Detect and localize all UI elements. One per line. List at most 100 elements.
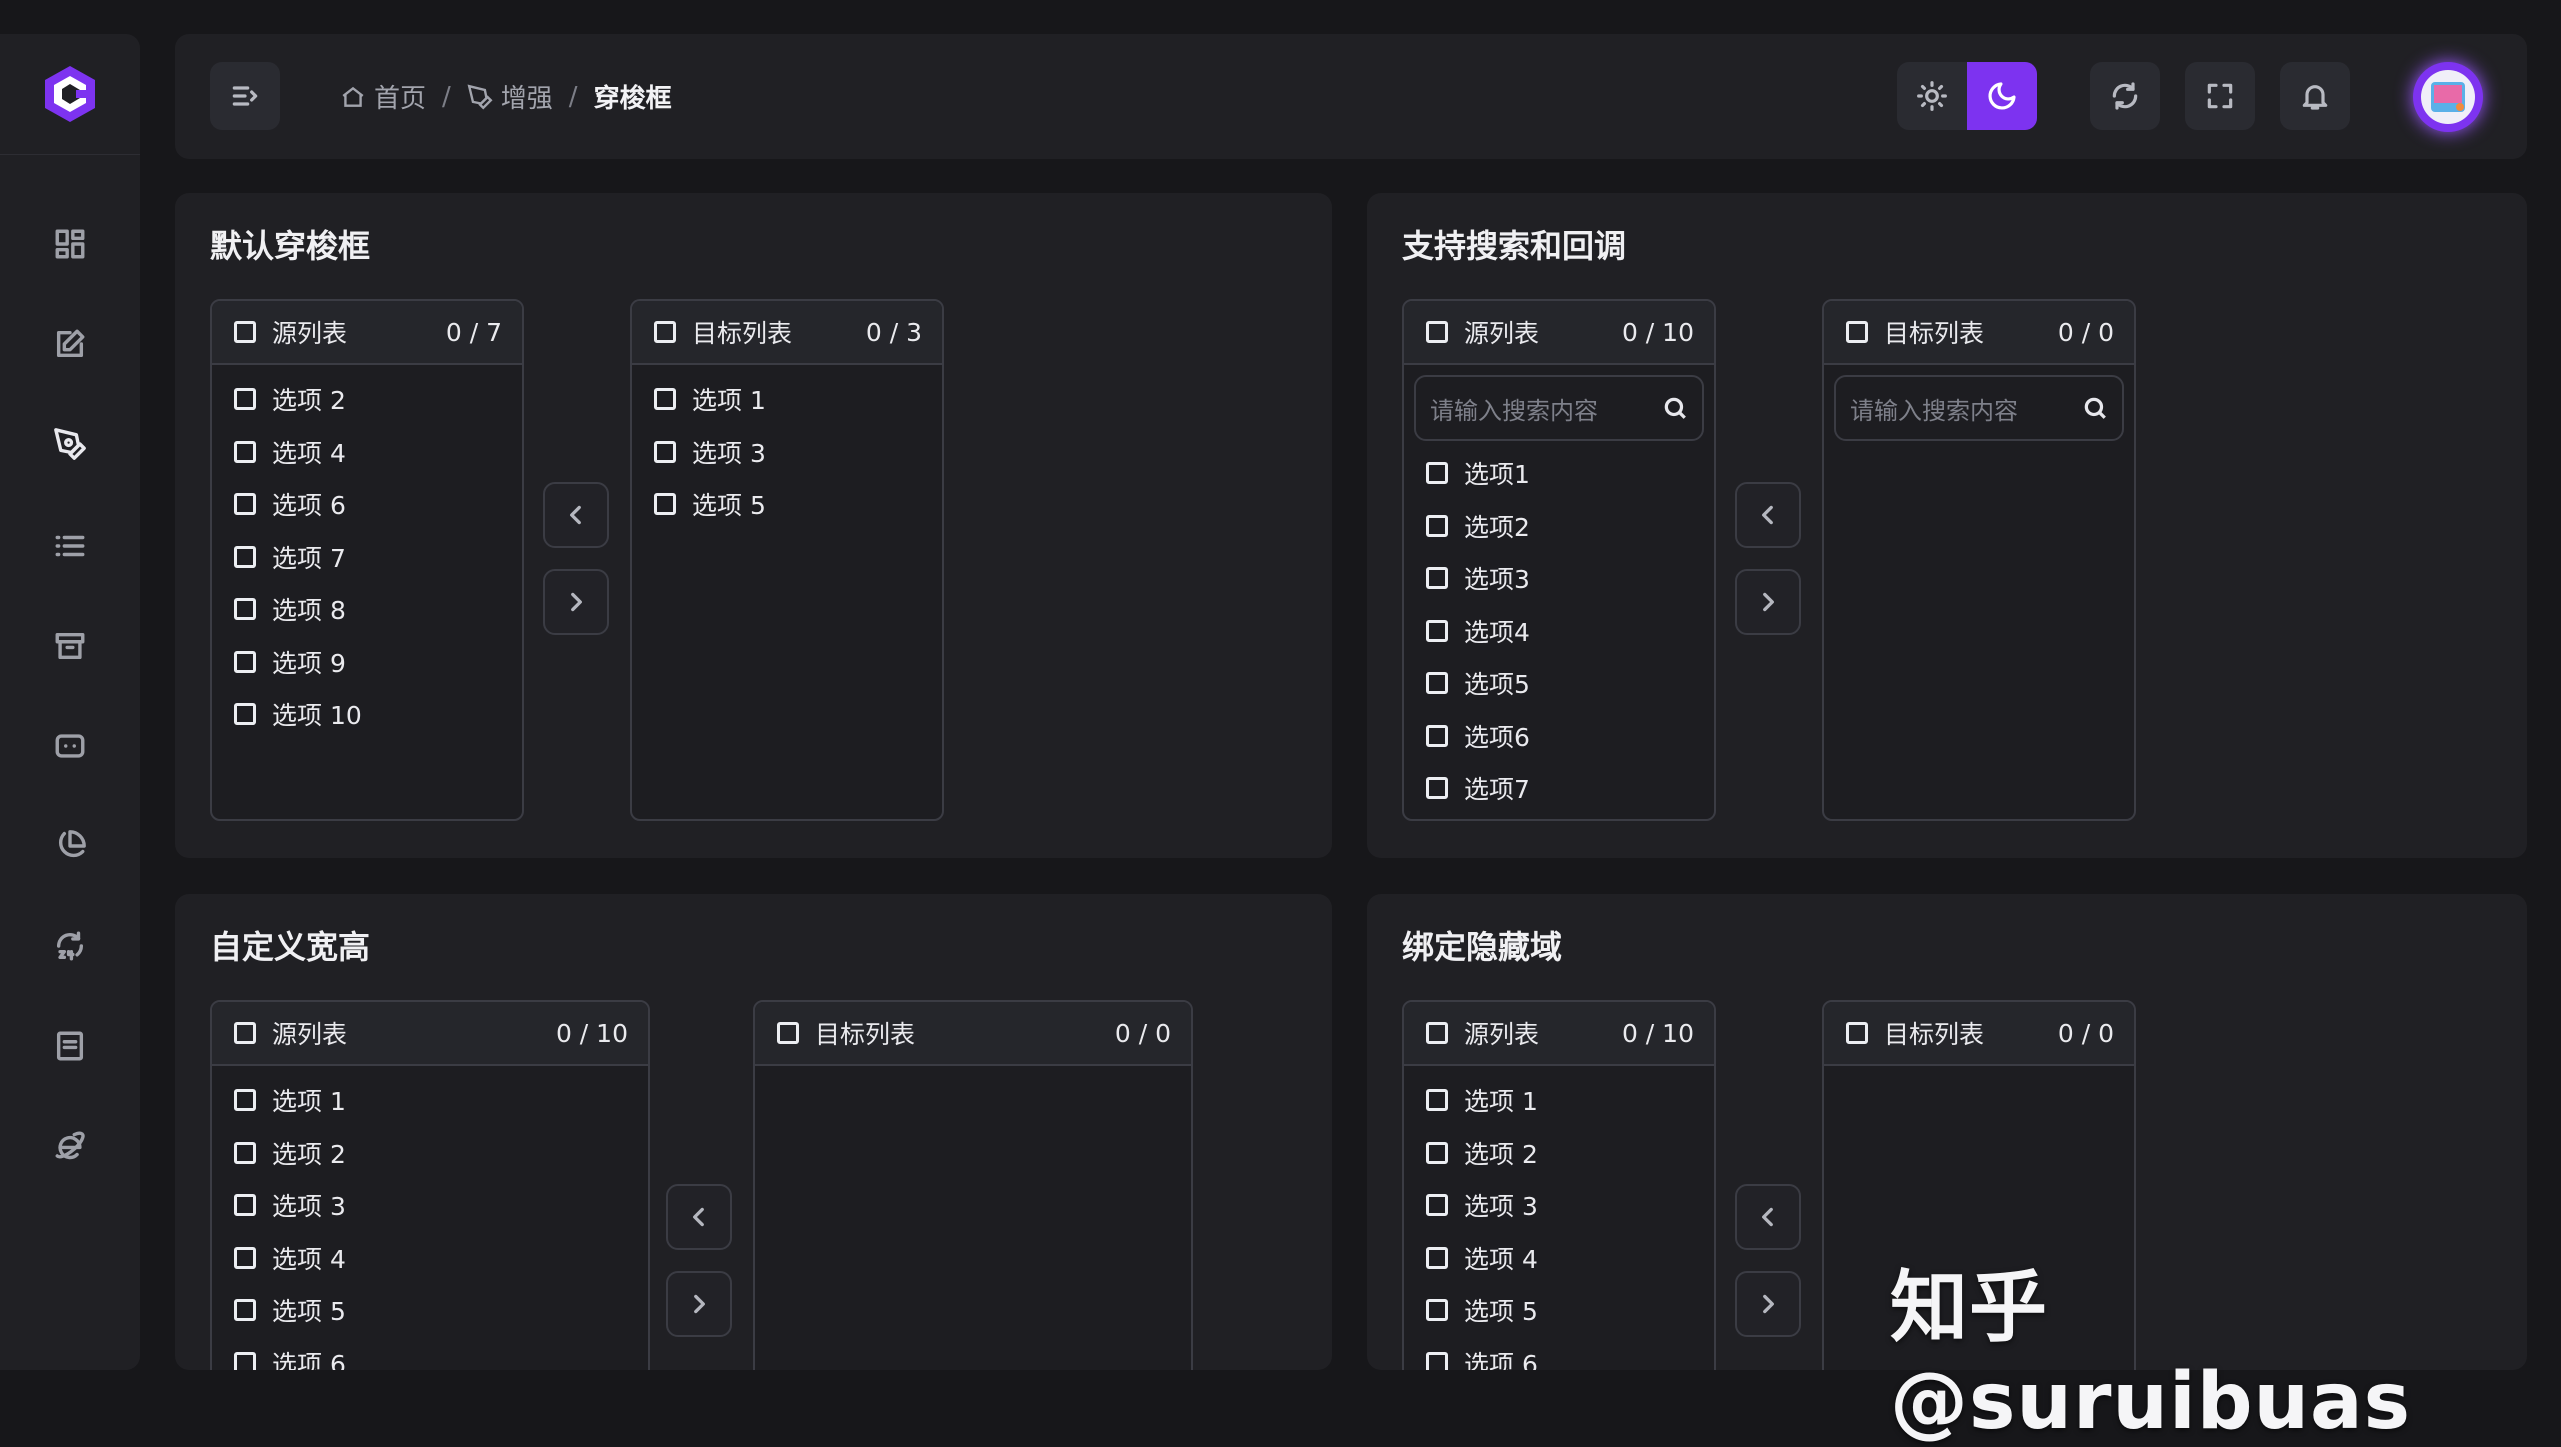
item-checkbox[interactable] [234, 1351, 256, 1370]
select-all-checkbox[interactable] [1426, 1022, 1448, 1044]
move-right-button[interactable] [543, 569, 609, 635]
select-all-checkbox[interactable] [1426, 321, 1448, 343]
move-right-button[interactable] [666, 1271, 732, 1337]
item-checkbox[interactable] [1426, 462, 1448, 485]
list-item[interactable]: 选项 5 [212, 1284, 648, 1337]
list-item[interactable]: 选项1 [1404, 447, 1714, 500]
breadcrumb-enhance[interactable]: 增强 [467, 78, 553, 115]
history-24-icon[interactable] [50, 926, 90, 966]
avatar[interactable] [2413, 62, 2483, 132]
collapse-menu-button[interactable] [210, 62, 280, 130]
item-checkbox[interactable] [1426, 514, 1448, 537]
archive-icon[interactable] [50, 626, 90, 666]
item-checkbox[interactable] [1426, 1246, 1448, 1269]
list-item[interactable]: 选项 6 [1404, 1337, 1714, 1370]
dark-theme-button[interactable] [1967, 62, 2037, 130]
refresh-icon [2112, 82, 2138, 110]
list-item[interactable]: 选项 4 [212, 426, 522, 479]
item-checkbox[interactable] [234, 703, 256, 726]
item-checkbox[interactable] [234, 493, 256, 516]
theme-switch [1897, 62, 2037, 130]
list-item[interactable]: 选项7 [1404, 762, 1714, 815]
list-item[interactable]: 选项 1 [632, 373, 942, 426]
list-item[interactable]: 选项 1 [212, 1074, 648, 1127]
list-icon[interactable] [50, 526, 90, 566]
item-checkbox[interactable] [234, 1089, 256, 1112]
item-checkbox[interactable] [1426, 1351, 1448, 1370]
breadcrumb-home[interactable]: 首页 [340, 78, 426, 115]
item-checkbox[interactable] [1426, 1299, 1448, 1322]
list-item[interactable]: 选项6 [1404, 710, 1714, 763]
select-all-checkbox[interactable] [1846, 321, 1868, 343]
list-item[interactable]: 选项 4 [1404, 1232, 1714, 1285]
list-item[interactable]: 选项 5 [1404, 1284, 1714, 1337]
item-checkbox[interactable] [654, 440, 676, 463]
card-title: 支持搜索和回调 [1402, 227, 1627, 265]
item-checkbox[interactable] [1426, 567, 1448, 590]
item-checkbox[interactable] [234, 545, 256, 568]
list-item[interactable]: 选项 6 [212, 478, 522, 531]
list-item[interactable]: 选项 3 [632, 426, 942, 479]
list-item[interactable]: 选项 7 [212, 531, 522, 584]
item-checkbox[interactable] [234, 388, 256, 411]
document-icon[interactable] [50, 1026, 90, 1066]
ie-browser-icon[interactable] [50, 1126, 90, 1166]
item-checkbox[interactable] [1426, 1141, 1448, 1164]
list-item[interactable]: 选项2 [1404, 500, 1714, 553]
item-checkbox[interactable] [1426, 724, 1448, 747]
list-item[interactable]: 选项 1 [1404, 1074, 1714, 1127]
list-item[interactable]: 选项4 [1404, 605, 1714, 658]
item-checkbox[interactable] [1426, 1194, 1448, 1217]
item-checkbox[interactable] [1426, 672, 1448, 695]
select-all-checkbox[interactable] [1846, 1022, 1868, 1044]
move-left-button[interactable] [543, 482, 609, 548]
item-checkbox[interactable] [1426, 619, 1448, 642]
pie-chart-icon[interactable] [50, 826, 90, 866]
item-checkbox[interactable] [654, 388, 676, 411]
fullscreen-button[interactable] [2185, 62, 2255, 130]
list-item[interactable]: 选项3 [1404, 552, 1714, 605]
move-right-button[interactable] [1735, 569, 1801, 635]
logo[interactable] [0, 34, 140, 155]
list-item[interactable]: 选项 6 [212, 1337, 648, 1370]
item-checkbox[interactable] [234, 650, 256, 673]
item-checkbox[interactable] [234, 598, 256, 621]
list-item[interactable]: 选项 9 [212, 636, 522, 689]
list-item[interactable]: 选项 5 [632, 478, 942, 531]
pen-tool-icon[interactable] [50, 424, 90, 464]
dashboard-icon[interactable] [50, 224, 90, 264]
list-item[interactable]: 选项 3 [1404, 1179, 1714, 1232]
item-checkbox[interactable] [234, 1141, 256, 1164]
light-theme-button[interactable] [1897, 62, 1967, 130]
chat-icon[interactable] [50, 726, 90, 766]
move-left-button[interactable] [1735, 1184, 1801, 1250]
item-checkbox[interactable] [1426, 777, 1448, 800]
item-checkbox[interactable] [654, 493, 676, 516]
list-item[interactable]: 选项 2 [1404, 1127, 1714, 1180]
source-search-input[interactable]: 请输入搜索内容 [1414, 375, 1704, 441]
move-left-button[interactable] [1735, 482, 1801, 548]
item-checkbox[interactable] [234, 1299, 256, 1322]
list-item[interactable]: 选项 2 [212, 1127, 648, 1180]
move-left-button[interactable] [666, 1184, 732, 1250]
move-right-button[interactable] [1735, 1271, 1801, 1337]
chevron-right-icon [1763, 592, 1774, 612]
list-item[interactable]: 选项 4 [212, 1232, 648, 1285]
refresh-button[interactable] [2090, 62, 2160, 130]
select-all-checkbox[interactable] [234, 1022, 256, 1044]
edit-icon[interactable] [50, 324, 90, 364]
item-checkbox[interactable] [234, 1194, 256, 1217]
list-item[interactable]: 选项 8 [212, 583, 522, 636]
select-all-checkbox[interactable] [777, 1022, 799, 1044]
list-item[interactable]: 选项 10 [212, 688, 522, 741]
target-search-input[interactable]: 请输入搜索内容 [1834, 375, 2124, 441]
list-item[interactable]: 选项 2 [212, 373, 522, 426]
select-all-checkbox[interactable] [234, 321, 256, 343]
list-item[interactable]: 选项 3 [212, 1179, 648, 1232]
select-all-checkbox[interactable] [654, 321, 676, 343]
notification-button[interactable] [2280, 62, 2350, 130]
list-item[interactable]: 选项5 [1404, 657, 1714, 710]
item-checkbox[interactable] [1426, 1089, 1448, 1112]
item-checkbox[interactable] [234, 440, 256, 463]
item-checkbox[interactable] [234, 1246, 256, 1269]
